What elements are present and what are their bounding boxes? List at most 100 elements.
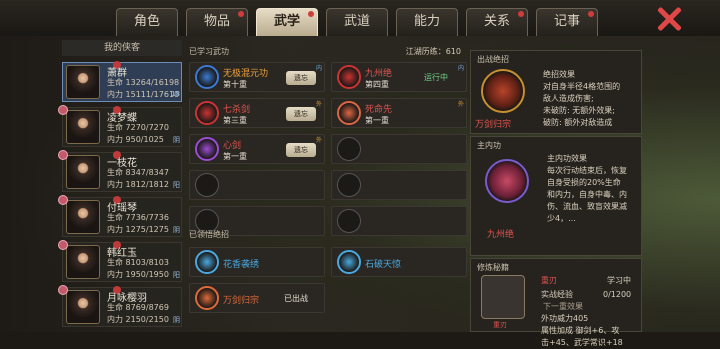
hero-hp: 生命 8103/8103 <box>107 258 169 267</box>
hero-lv: 阳 <box>173 271 180 279</box>
inner-skill-icon[interactable] <box>485 159 529 203</box>
training-state: 学习中 <box>607 276 631 285</box>
ultimate-skill-icon[interactable] <box>481 69 525 113</box>
empty-skill-slot[interactable] <box>331 170 467 200</box>
skill-name: 九州绝 <box>365 69 393 79</box>
ultimate-name: 万剑归宗 <box>223 296 260 306</box>
ultimate-slot[interactable]: 石破天惊 <box>331 247 467 277</box>
ultimate-slot[interactable]: 花香袭绣 <box>189 247 325 277</box>
hero-badge <box>58 240 68 250</box>
ultimate-skill-name: 万剑归宗 <box>475 120 512 130</box>
ultimate-panel: 出战绝招 万剑归宗 绝招效果 对自身半径4格范围的 敌人造成伤害; 未破防: 无额外… <box>470 50 642 134</box>
inner-skill-name: 九州绝 <box>487 230 515 240</box>
effect-line: 对自身半径4格范围的 <box>543 82 621 91</box>
ultimate-skills-title: 已领悟绝招 <box>189 230 229 239</box>
skill-icon <box>195 137 219 161</box>
forget-button[interactable]: 遗忘 <box>286 71 316 85</box>
empty-skill-slot[interactable] <box>331 206 467 236</box>
skill-slot[interactable]: 九州绝 第四重 内运行中 <box>331 62 467 92</box>
ultimate-panel-title: 出战绝招 <box>477 55 509 64</box>
hero-lv: 阴 <box>173 136 180 144</box>
forget-button[interactable]: 遗忘 <box>286 107 316 121</box>
ultimate-icon <box>337 250 361 274</box>
skill-slot[interactable]: 心剑 第一重 外遗忘 <box>189 134 325 164</box>
hero-badge <box>58 150 68 160</box>
effect-line: 伤、流血、致盲效果减 <box>547 202 627 211</box>
notification-dot <box>588 11 594 17</box>
ultimate-status: 已出战 <box>284 294 308 303</box>
hero-card[interactable]: 韩红玉 生命 8103/8103 内力 1950/1950 阳 <box>58 240 182 282</box>
effect-line: 外功威力405 <box>541 314 589 323</box>
skill-icon <box>195 101 219 125</box>
next-effect-label: 下一重效果 <box>543 302 583 311</box>
hero-avatar <box>66 155 100 189</box>
tab-6[interactable]: 记事 <box>536 8 598 36</box>
hero-avatar <box>66 245 100 279</box>
effect-line: 每次行动结束后，恢复 <box>547 166 627 175</box>
empty-slot-icon <box>337 173 361 197</box>
hero-avatar <box>66 200 100 234</box>
empty-slot-icon <box>337 137 361 161</box>
hero-badge <box>58 195 68 205</box>
ultimate-effect-title: 绝招效果 <box>543 70 575 79</box>
hero-lv: 阳 <box>173 181 180 189</box>
skill-type-tag: 内 <box>457 65 464 72</box>
effect-line: 和内力，自身中毒、内 <box>547 190 627 199</box>
ultimate-icon <box>195 250 219 274</box>
effect-line: 属性加成 御剑+6、攻 <box>541 326 620 335</box>
hero-badge <box>58 285 68 295</box>
empty-slot-icon <box>195 173 219 197</box>
inner-effect-title: 主内功效果 <box>547 154 587 163</box>
hero-card[interactable]: 一枝花 生命 8347/8347 内力 1812/1812 阳 <box>58 150 182 192</box>
hero-card[interactable]: 凌梦蝶 生命 7270/7270 内力 950/1025 阴 <box>58 105 182 147</box>
tab-3[interactable]: 武道 <box>326 8 388 36</box>
ultimate-slot[interactable]: 万剑归宗 已出战 <box>189 283 325 313</box>
book-label: 重刃 <box>493 321 507 329</box>
notification-dot <box>238 11 244 17</box>
empty-skill-slot[interactable] <box>331 134 467 164</box>
hero-lv: 阴 <box>173 316 180 324</box>
tab-0[interactable]: 角色 <box>116 8 178 36</box>
martial-arts-panel: 已学习武功 江湖历练：610 +无极混元功第十重内遗忘九州绝第四重内运行中+七杀… <box>185 40 467 332</box>
tab-2[interactable]: 武学 <box>256 8 318 36</box>
skill-slot[interactable]: 死命先 第一重 外 <box>331 98 467 128</box>
training-skill-name: 重刃 <box>541 276 557 285</box>
ultimate-icon <box>195 286 219 310</box>
skill-slot[interactable]: 无极混元功 第十重 内遗忘 <box>189 62 325 92</box>
skill-status: 运行中 <box>424 73 448 82</box>
hero-mp: 内力 950/1025 <box>107 135 164 144</box>
hero-mp: 内力 15111/17610 <box>107 90 180 99</box>
effect-line: 自身受损的20%生命 <box>547 178 621 187</box>
book-icon[interactable] <box>481 275 525 319</box>
effect-line: 未破防: 无额外效果; <box>543 106 615 115</box>
hero-card[interactable]: 月咏樱羽 生命 8769/8769 内力 2150/2150 阴 <box>58 285 182 327</box>
ultimate-name: 花香袭绣 <box>223 260 260 270</box>
hero-list-panel: 我的侠客 萧群 生命 13264/16198 内力 15111/17610 18 凌梦蝶… <box>58 40 182 332</box>
tab-1[interactable]: 物品 <box>186 8 248 36</box>
tab-4[interactable]: 能力 <box>396 8 458 36</box>
hero-mp: 内力 1812/1812 <box>107 180 169 189</box>
combat-exp-label: 实战经验 <box>541 290 573 299</box>
close-icon[interactable] <box>656 6 682 32</box>
tab-5[interactable]: 关系 <box>466 8 528 36</box>
hero-card[interactable]: 付瑶琴 生命 7736/7736 内力 1275/1275 阴 <box>58 195 182 237</box>
skill-type-tag: 外 <box>315 137 322 144</box>
training-panel-title: 修炼秘籍 <box>477 263 509 272</box>
skill-slot[interactable]: 七杀剑 第三重 外遗忘 <box>189 98 325 128</box>
training-panel: 修炼秘籍 重刃 重刃 学习中 实战经验 0/1200 下一重效果 外功威力405… <box>470 258 642 347</box>
skill-name: 死命先 <box>365 105 393 115</box>
empty-skill-slot[interactable] <box>189 170 325 200</box>
inner-skill-panel: 主内功 九州绝 主内功效果 每次行动结束后，恢复 自身受损的20%生命 和内力，自身… <box>470 136 642 256</box>
hero-list-header: 我的侠客 <box>62 40 182 56</box>
inner-skill-panel-title: 主内功 <box>477 141 501 150</box>
hero-card[interactable]: 萧群 生命 13264/16198 内力 15111/17610 18 <box>62 61 182 102</box>
hero-mp: 内力 1950/1950 <box>107 270 169 279</box>
skill-name: 无极混元功 <box>223 69 269 79</box>
top-tab-bar: 角色 物品 武学 武道 能力 关系 记事 <box>0 0 720 36</box>
effect-line: 破防: 额外对敌造成 <box>543 118 613 127</box>
hero-avatar <box>66 65 100 99</box>
skill-type-tag: 内 <box>315 65 322 72</box>
skill-icon <box>337 65 361 89</box>
forget-button[interactable]: 遗忘 <box>286 143 316 157</box>
detail-panel: 出战绝招 万剑归宗 绝招效果 对自身半径4格范围的 敌人造成伤害; 未破防: 无额外… <box>470 40 720 347</box>
